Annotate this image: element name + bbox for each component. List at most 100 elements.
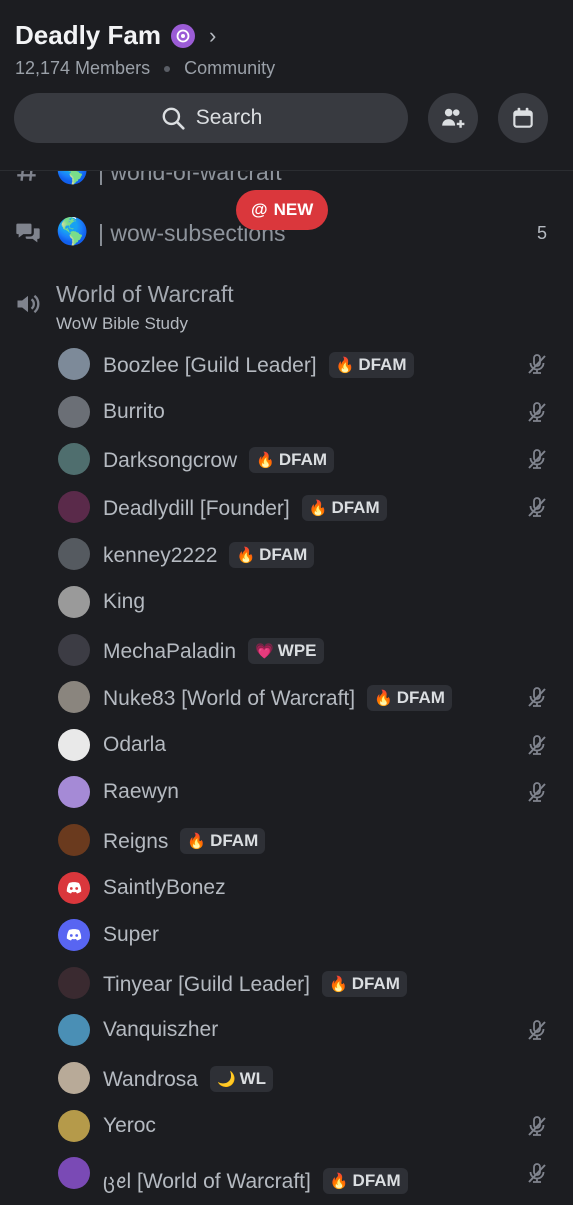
guild-tag: 🔥 DFAM bbox=[301, 494, 387, 521]
avatar bbox=[58, 824, 90, 856]
voice-member-row[interactable]: Vanquiszher bbox=[0, 1008, 573, 1055]
member-name: Reigns bbox=[103, 830, 169, 853]
muted-microphone-icon bbox=[525, 495, 549, 519]
chevron-right-icon: › bbox=[208, 22, 217, 48]
guild-tag: 🌙 WL bbox=[209, 1066, 274, 1092]
voice-member-row[interactable]: Super bbox=[0, 913, 573, 960]
avatar bbox=[58, 538, 90, 571]
voice-member-row[interactable]: King bbox=[0, 580, 573, 627]
member-name: Boozlee [Guild Leader] bbox=[103, 354, 317, 377]
avatar bbox=[58, 1014, 90, 1047]
guild-tag-emoji: 💗 bbox=[255, 642, 274, 660]
voice-member-row[interactable]: Darksongcrow 🔥 DFAM bbox=[0, 437, 573, 484]
member-name-line: Boozlee [Guild Leader] 🔥 DFAM bbox=[103, 352, 414, 378]
muted-microphone-icon bbox=[525, 1161, 549, 1185]
guild-tag-label: DFAM bbox=[210, 831, 259, 850]
guild-tag-emoji: 🔥 bbox=[256, 452, 275, 470]
avatar bbox=[58, 728, 90, 761]
muted-microphone-icon bbox=[525, 780, 549, 804]
voice-member-row[interactable]: MechaPaladin 💗 WPE bbox=[0, 628, 573, 675]
guild-tag-emoji: 🔥 bbox=[374, 690, 393, 708]
voice-member-row[interactable]: Deadlydill [Founder] 🔥 DFAM bbox=[0, 485, 573, 532]
member-name: Tinyear [Guild Leader] bbox=[103, 972, 310, 996]
voice-member-row[interactable]: kenney2222 🔥 DFAM bbox=[0, 532, 573, 579]
voice-member-row[interactable]: Burrito bbox=[0, 390, 573, 437]
voice-member-row[interactable]: Boozlee [Guild Leader] 🔥 DFAM bbox=[0, 342, 573, 389]
guild-tag-label: DFAM bbox=[351, 973, 400, 993]
member-name-line: King bbox=[103, 590, 145, 614]
member-name-line: Raewyn bbox=[103, 780, 179, 804]
separator-dot bbox=[164, 65, 171, 72]
muted-microphone-icon bbox=[525, 352, 549, 376]
member-count: 12,174 Members bbox=[15, 58, 151, 78]
avatar bbox=[58, 443, 90, 476]
member-name-line: MechaPaladin 💗 WPE bbox=[103, 637, 324, 664]
voice-member-row[interactable]: Nuke83 [World of Warcraft] 🔥 DFAM bbox=[0, 675, 573, 722]
voice-speaker-icon bbox=[17, 294, 40, 314]
member-name-line: Wandrosa 🌙 WL bbox=[103, 1066, 274, 1092]
member-name: Burrito bbox=[103, 399, 165, 423]
guild-tag: 💗 WPE bbox=[248, 637, 324, 664]
member-name-line: Vanquiszher bbox=[103, 1018, 218, 1042]
calendar-icon bbox=[513, 107, 533, 128]
avatar bbox=[58, 348, 90, 380]
member-name: King bbox=[103, 590, 146, 613]
new-label: NEW bbox=[273, 200, 314, 219]
member-name: Deadlydill [Founder] bbox=[103, 496, 290, 520]
at-icon: @ bbox=[251, 200, 268, 219]
voice-member-row[interactable]: SaintlyBonez bbox=[0, 866, 573, 913]
forum-icon bbox=[16, 223, 40, 243]
voice-member-row[interactable]: ცꫀl [World of Warcraft] 🔥 DFAM bbox=[0, 1151, 573, 1198]
voice-member-row[interactable]: Tinyear [Guild Leader] 🔥 DFAM bbox=[0, 961, 573, 1008]
guild-tag-label: DFAM bbox=[396, 688, 445, 708]
server-type: Community bbox=[184, 58, 276, 78]
voice-member-row[interactable]: Odarla bbox=[0, 723, 573, 770]
globe-emoji: 🌎 bbox=[56, 216, 89, 246]
member-name: Vanquiszher bbox=[103, 1018, 219, 1042]
avatar bbox=[58, 1109, 90, 1142]
guild-tag: 🔥 DFAM bbox=[180, 828, 266, 854]
voice-member-row[interactable]: Reigns 🔥 DFAM bbox=[0, 818, 573, 865]
voice-member-row[interactable]: Yeroc bbox=[0, 1104, 573, 1151]
member-name-line: Deadlydill [Founder] 🔥 DFAM bbox=[103, 494, 387, 521]
member-name: SaintlyBonez bbox=[103, 875, 226, 899]
server-title[interactable]: Deadly Fam › bbox=[15, 20, 216, 51]
member-name-line: Darksongcrow 🔥 DFAM bbox=[103, 447, 335, 474]
member-name: MechaPaladin bbox=[103, 639, 237, 663]
guild-tag: 🔥 DFAM bbox=[322, 1168, 408, 1195]
avatar bbox=[58, 633, 90, 666]
member-name-line: Odarla bbox=[103, 733, 166, 757]
discord-logo-icon bbox=[66, 881, 82, 894]
guild-tag-label: DFAM bbox=[278, 450, 328, 470]
unread-count: 5 bbox=[536, 223, 547, 243]
guild-tag: 🔥 DFAM bbox=[229, 542, 315, 569]
avatar bbox=[58, 1062, 90, 1094]
search-icon bbox=[162, 107, 185, 130]
member-name-line: kenney2222 🔥 DFAM bbox=[103, 542, 315, 569]
add-user-icon bbox=[442, 108, 465, 128]
member-name-line: Super bbox=[103, 923, 159, 947]
avatar bbox=[58, 1157, 90, 1190]
voice-member-row[interactable]: Wandrosa 🌙 WL bbox=[0, 1056, 573, 1103]
voice-member-row[interactable]: Raewyn bbox=[0, 770, 573, 817]
guild-tag-emoji: 🔥 bbox=[329, 1173, 349, 1191]
avatar bbox=[58, 966, 90, 999]
guild-tag-emoji: 🔥 bbox=[329, 975, 348, 993]
search-button[interactable]: Search bbox=[14, 93, 408, 143]
member-name-line: Nuke83 [World of Warcraft] 🔥 DFAM bbox=[103, 685, 452, 712]
member-name-line: Yeroc bbox=[103, 1114, 156, 1138]
member-name-line: Burrito bbox=[103, 400, 165, 424]
events-button[interactable] bbox=[498, 93, 548, 143]
avatar bbox=[58, 919, 90, 952]
muted-microphone-icon bbox=[525, 447, 549, 471]
new-mentions-pill[interactable]: @ NEW bbox=[236, 190, 329, 230]
guild-tag-label: DFAM bbox=[352, 1171, 401, 1191]
avatar bbox=[58, 395, 90, 428]
invite-members-button[interactable] bbox=[428, 93, 478, 143]
voice-channel[interactable]: World of Warcraft WoW Bible Study bbox=[0, 276, 573, 338]
member-name: Wandrosa bbox=[103, 1068, 198, 1091]
member-name: Darksongcrow bbox=[103, 449, 238, 473]
search-label: Search bbox=[195, 106, 263, 129]
server-header: Deadly Fam › 12,174 Members Community Se… bbox=[0, 0, 573, 171]
member-name: Nuke83 [World of Warcraft] bbox=[103, 687, 356, 711]
